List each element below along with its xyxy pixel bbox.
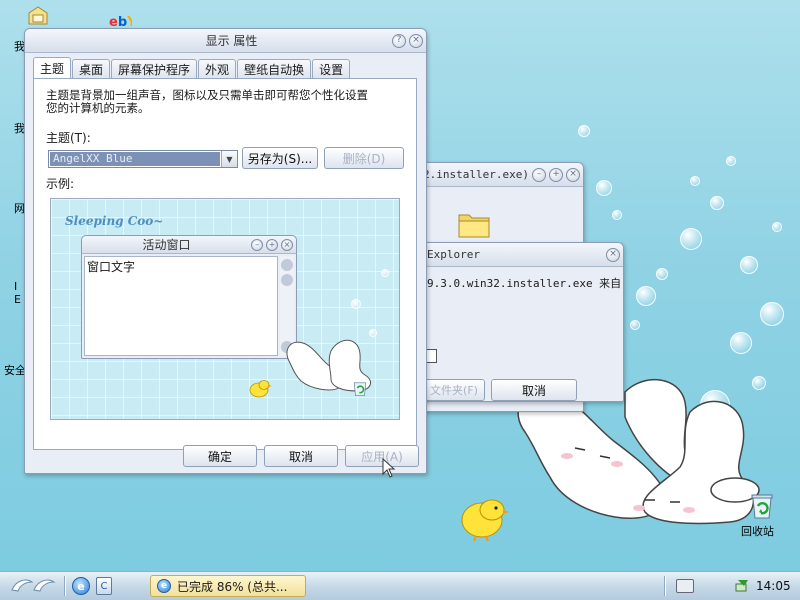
desktop-icon-folder[interactable] bbox=[26, 4, 50, 28]
tray-divider bbox=[664, 576, 666, 596]
bubble-decoration bbox=[740, 256, 758, 274]
bubble-decoration bbox=[381, 269, 389, 277]
desktop-label: E bbox=[14, 293, 21, 306]
recycle-bin-label: 回收站 bbox=[741, 525, 774, 538]
ie-icon: e bbox=[157, 579, 171, 593]
sample-label: 示例: bbox=[46, 177, 75, 191]
theme-description-line2: 您的计算机的元素。 bbox=[46, 101, 150, 115]
maximize-icon[interactable]: + bbox=[549, 167, 563, 182]
window-title: Explorer bbox=[427, 248, 480, 261]
preview-client-area: 窗口文字 bbox=[84, 256, 278, 356]
explorer-download-window[interactable]: Explorer × 9.3.0.win32.installer.exe 来自 … bbox=[420, 242, 624, 402]
open-folder-button[interactable]: 文件夹(F) bbox=[423, 379, 485, 401]
bubble-decoration bbox=[680, 228, 702, 250]
bubble-decoration bbox=[690, 176, 700, 186]
preview-recycle-bin-icon bbox=[353, 382, 367, 397]
taskbar-task-download[interactable]: e 已完成 86% (总共... bbox=[150, 575, 306, 597]
bubble-decoration bbox=[760, 302, 784, 326]
preview-window-title: 活动窗口 bbox=[142, 238, 191, 252]
taskbar: e C e 已完成 86% (总共... 14:05 bbox=[0, 571, 800, 600]
bubble-decoration bbox=[730, 332, 752, 354]
preview-brand: Sleeping Coo~ bbox=[65, 214, 164, 228]
tab-appearance[interactable]: 外观 bbox=[198, 59, 237, 78]
bubble-decoration bbox=[630, 320, 640, 330]
help-icon[interactable]: ? bbox=[392, 33, 406, 48]
close-icon[interactable]: × bbox=[566, 167, 580, 182]
chick-illustration bbox=[461, 499, 509, 542]
bubble-decoration bbox=[772, 222, 782, 232]
cancel-download-button[interactable]: 取消 bbox=[491, 379, 577, 401]
bubble-decoration bbox=[612, 210, 622, 220]
theme-panel: 主题是背景加一组声音，图标以及只需单击即可帮您个性化设置 您的计算机的元素。 主… bbox=[33, 78, 417, 450]
display-properties-window[interactable]: 显示 属性 ? × 主题 桌面 屏幕保护程序 外观 壁纸自动换 设置 主题是背景… bbox=[24, 28, 427, 474]
close-icon: × bbox=[281, 238, 293, 251]
quicklaunch-divider bbox=[64, 576, 66, 596]
tab-theme[interactable]: 主题 bbox=[33, 57, 72, 78]
desktop-label: 安全 bbox=[4, 364, 26, 377]
minimize-icon[interactable]: – bbox=[532, 167, 546, 182]
tab-screensaver[interactable]: 屏幕保护程序 bbox=[111, 59, 198, 78]
bubble-decoration bbox=[596, 180, 612, 196]
tab-strip: 主题 桌面 屏幕保护程序 外观 壁纸自动换 设置 bbox=[33, 57, 351, 78]
save-as-button[interactable]: 另存为(S)... bbox=[242, 147, 318, 169]
recycle-bin-icon[interactable] bbox=[748, 492, 776, 520]
ok-button[interactable]: 确定 bbox=[183, 445, 257, 467]
tab-settings[interactable]: 设置 bbox=[312, 59, 351, 78]
window-title: 2.installer.exe) bbox=[423, 168, 529, 181]
window-title: 显示 属性 bbox=[205, 34, 258, 48]
mouse-cursor-icon bbox=[382, 458, 396, 478]
maximize-icon: + bbox=[266, 238, 278, 251]
bubble-decoration bbox=[636, 286, 656, 306]
preview-titlebar: 活动窗口 – + × bbox=[82, 236, 296, 254]
ie-icon[interactable]: e bbox=[72, 577, 90, 595]
tab-wallpaper-changer[interactable]: 壁纸自动换 bbox=[237, 59, 312, 78]
tab-desktop[interactable]: 桌面 bbox=[72, 59, 111, 78]
cancel-button[interactable]: 取消 bbox=[264, 445, 338, 467]
quicklaunch-app-icon[interactable]: C bbox=[96, 577, 112, 595]
bubble-decoration bbox=[578, 125, 590, 137]
keyboard-icon[interactable] bbox=[676, 579, 694, 593]
minimize-icon: – bbox=[251, 238, 263, 251]
theme-select-value: AngelXX Blue bbox=[50, 152, 220, 166]
display-properties-titlebar[interactable]: 显示 属性 ? × bbox=[25, 29, 426, 53]
close-icon[interactable]: × bbox=[409, 33, 423, 48]
chevron-down-icon[interactable]: ▼ bbox=[221, 151, 237, 167]
bubble-decoration bbox=[726, 156, 736, 166]
desktop-label: I bbox=[14, 280, 18, 293]
close-icon[interactable]: × bbox=[606, 247, 620, 262]
bubble-decoration bbox=[710, 196, 724, 210]
theme-select[interactable]: AngelXX Blue ▼ bbox=[48, 150, 238, 168]
download-message: 9.3.0.win32.installer.exe 来自 bbox=[427, 277, 622, 290]
explorer-titlebar[interactable]: Explorer × bbox=[421, 243, 623, 267]
theme-label: 主题(T): bbox=[46, 131, 91, 145]
preview-window-text: 窗口文字 bbox=[87, 260, 136, 274]
taskbar-task-label: 已完成 86% (总共... bbox=[177, 579, 288, 594]
folder-icon bbox=[458, 214, 490, 238]
installer-folder-titlebar[interactable]: 2.installer.exe) – + × bbox=[421, 163, 583, 187]
network-tray-icon[interactable] bbox=[734, 578, 750, 594]
preview-active-window: 活动窗口 – + × 窗口文字 bbox=[81, 235, 297, 359]
bubble-decoration bbox=[351, 299, 361, 309]
delete-theme-button[interactable]: 删除(D) bbox=[324, 147, 404, 169]
bubble-decoration bbox=[656, 268, 668, 280]
preview-chick-illustration bbox=[249, 380, 272, 398]
clock[interactable]: 14:05 bbox=[756, 579, 791, 593]
start-button-icon[interactable] bbox=[8, 576, 60, 596]
theme-preview: Sleeping Coo~ 活动窗口 – + × 窗口文字 bbox=[50, 198, 400, 420]
